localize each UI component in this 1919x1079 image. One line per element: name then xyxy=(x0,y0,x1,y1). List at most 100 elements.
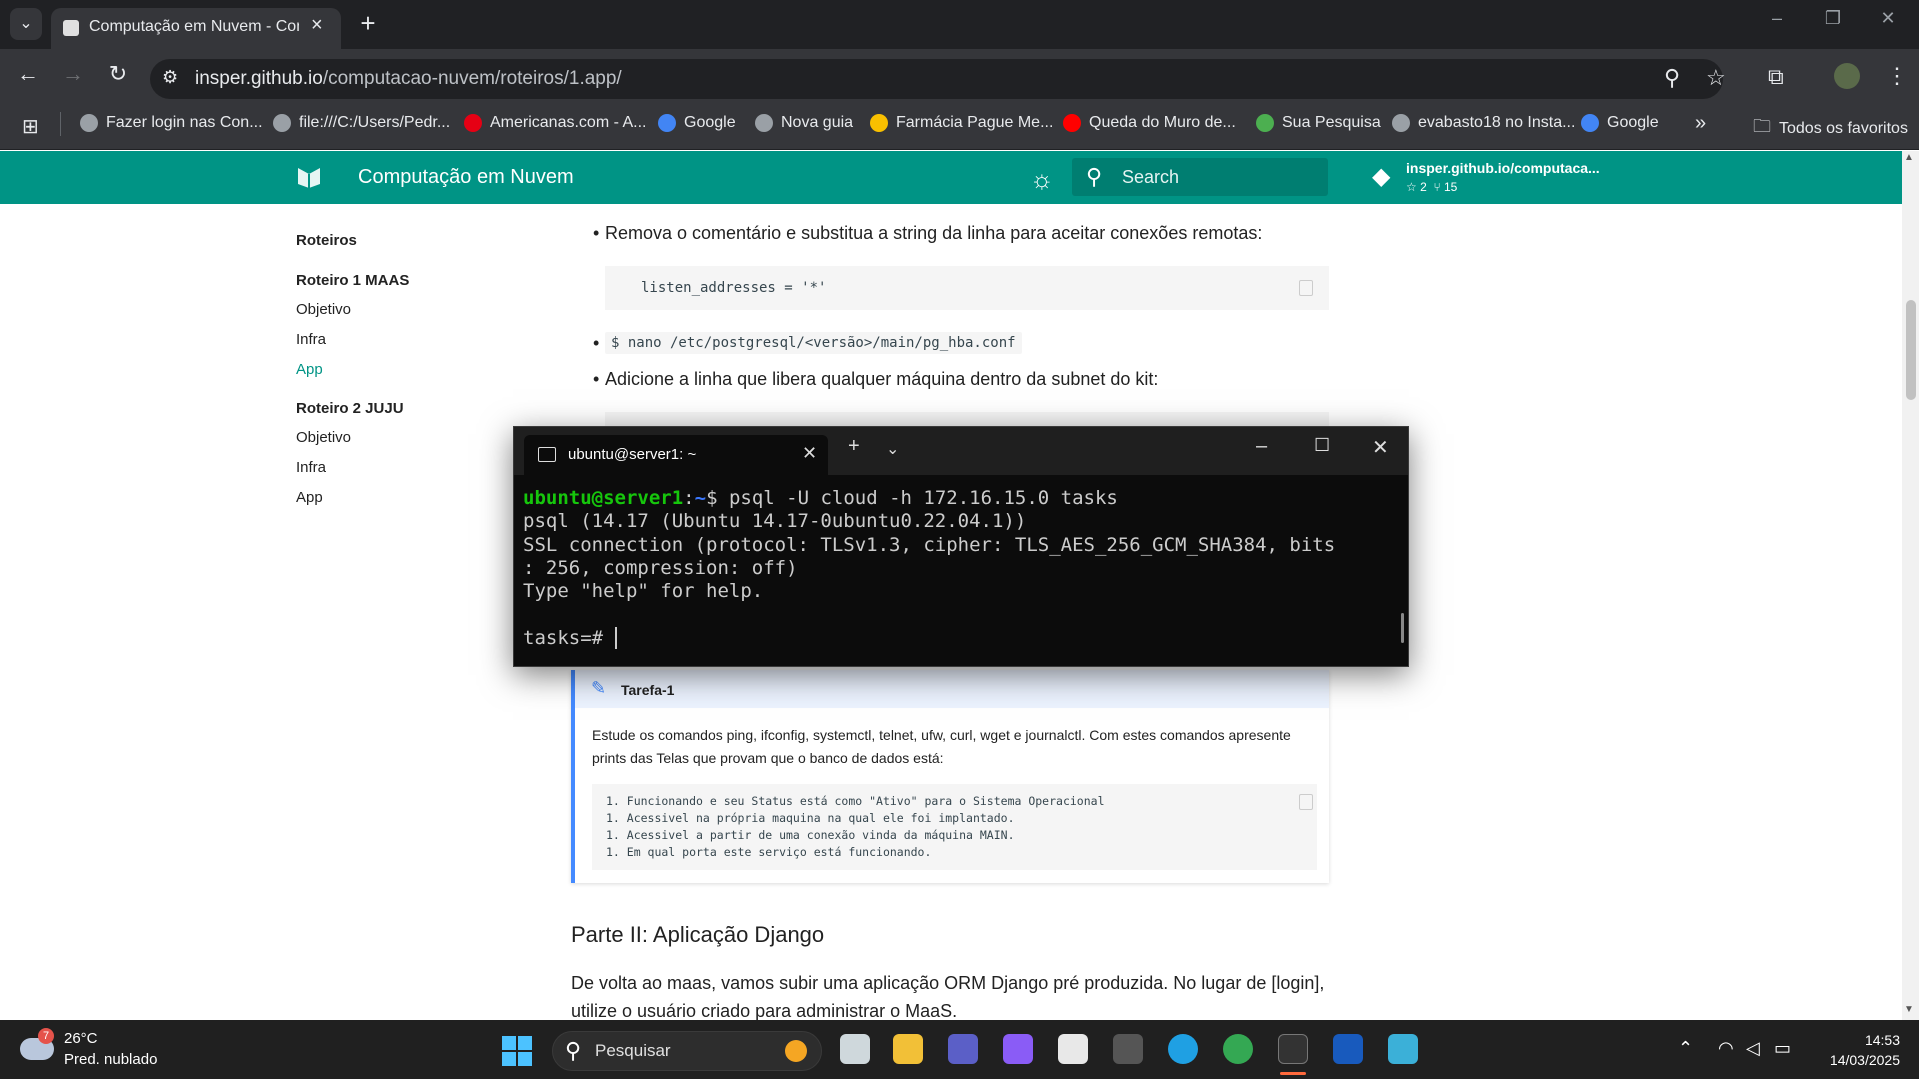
bookmark-label: Nova guia xyxy=(781,114,854,131)
copilot-icon[interactable] xyxy=(1003,1034,1033,1064)
teams-icon[interactable] xyxy=(948,1034,978,1064)
close-window-icon[interactable]: ✕ xyxy=(1868,8,1908,29)
bookmark-item[interactable]: Google xyxy=(658,114,736,132)
forward-arrow-icon[interactable]: → xyxy=(58,61,88,87)
terminal-maximize-icon[interactable]: ☐ xyxy=(1314,435,1330,456)
task-header xyxy=(575,670,1329,708)
copy-icon[interactable] xyxy=(1299,280,1313,296)
terminal-minimize-icon[interactable]: – xyxy=(1256,435,1267,458)
tab-search-chevron-icon[interactable]: ⌄ xyxy=(10,8,42,40)
bookmark-label: Americanas.com - A... xyxy=(490,114,647,131)
taskbar-clock[interactable]: 14:53 14/03/2025 xyxy=(1810,1032,1900,1068)
bookmark-item[interactable]: file:///C:/Users/Pedr... xyxy=(273,114,450,132)
nav-r2-infra[interactable]: Infra xyxy=(296,459,326,476)
terminal-close-icon[interactable]: ✕ xyxy=(1372,435,1389,460)
reload-icon[interactable]: ↻ xyxy=(103,61,133,87)
terminal-tab[interactable]: ubuntu@server1: ~ ✕ xyxy=(524,435,828,475)
task-code-block: 1. Funcionando e seu Status está como "A… xyxy=(592,784,1317,870)
site-info-icon[interactable]: ⚙ xyxy=(162,67,178,88)
copy-icon[interactable] xyxy=(1299,794,1313,810)
new-terminal-tab-icon[interactable]: + xyxy=(848,435,860,458)
nav-r1-objetivo[interactable]: Objetivo xyxy=(296,301,351,318)
terminal-app-icon[interactable] xyxy=(1278,1034,1308,1064)
task-title: Tarefa-1 xyxy=(621,682,675,698)
bullet-dot: • xyxy=(593,223,600,243)
task-view-icon[interactable] xyxy=(840,1034,870,1064)
url-host: insper.github.io xyxy=(195,68,323,89)
nav-r2-objetivo[interactable]: Objetivo xyxy=(296,429,351,446)
browser-tab-active[interactable]: Computação em Nuvem - Computação em Nuve… xyxy=(51,8,341,49)
windows-start-icon[interactable] xyxy=(502,1036,532,1066)
nav-r1-app[interactable]: App xyxy=(296,361,323,378)
page-scrollbar-thumb[interactable] xyxy=(1906,300,1916,400)
nav-roteiro2[interactable]: Roteiro 2 JUJU xyxy=(296,400,404,417)
bullet-remote-connections: Remova o comentário e substitua a string… xyxy=(605,223,1263,243)
remote-desktop-icon[interactable] xyxy=(1388,1034,1418,1064)
bookmark-favicon-icon xyxy=(273,114,291,132)
pencil-icon: ✎ xyxy=(591,678,607,698)
url-text[interactable]: insper.github.io/computacao-nuvem/roteir… xyxy=(195,68,622,90)
text-cursor xyxy=(614,626,628,649)
bookmark-item[interactable]: Fazer login nas Con... xyxy=(80,114,263,132)
terminal-scrollbar[interactable] xyxy=(1401,613,1404,643)
site-favicon-icon xyxy=(63,20,79,36)
nav-r1-infra[interactable]: Infra xyxy=(296,331,326,348)
edge-browser-icon[interactable] xyxy=(1168,1034,1198,1064)
site-search-input[interactable]: ⚲ Search xyxy=(1072,158,1328,196)
file-explorer-icon[interactable] xyxy=(893,1034,923,1064)
chrome-browser-icon[interactable] xyxy=(1223,1034,1253,1064)
profile-avatar[interactable] xyxy=(1834,63,1860,89)
bookmark-item[interactable]: Americanas.com - A... xyxy=(464,114,647,132)
site-title[interactable]: Computação em Nuvem xyxy=(358,166,574,189)
close-tab-icon[interactable]: × xyxy=(311,14,323,37)
task-description: Estude os comandos ping, ifconfig, syste… xyxy=(592,727,1291,766)
word-icon[interactable] xyxy=(1333,1034,1363,1064)
minimize-window-icon[interactable]: – xyxy=(1757,8,1797,29)
bookmark-item[interactable]: evabasto18 no Insta... xyxy=(1392,114,1575,132)
output-line: : 256, compression: off) xyxy=(523,556,798,579)
task-list-item: 1. Em qual porta este serviço está funci… xyxy=(606,845,932,859)
extensions-puzzle-icon[interactable]: ⧉ xyxy=(1768,64,1784,90)
new-tab-plus-icon[interactable]: + xyxy=(352,8,384,40)
terminal-window[interactable]: ubuntu@server1: ~ ✕ + ⌄ – ☐ ✕ ubuntu@ser… xyxy=(513,426,1409,667)
command-psql: $ psql -U cloud -h 172.16.15.0 tasks xyxy=(706,487,1118,509)
prompt-separator: : xyxy=(683,487,695,509)
terminal-dropdown-chevron-icon[interactable]: ⌄ xyxy=(886,439,899,459)
show-hidden-icons-chevron-icon[interactable]: ⌃ xyxy=(1678,1038,1693,1059)
page-scrollbar[interactable] xyxy=(1902,151,1919,1020)
all-bookmarks-folder[interactable]: 🗀 Todos os favoritos xyxy=(1753,114,1908,144)
theme-toggle-icon[interactable]: ☼ xyxy=(1030,164,1060,194)
menu-kebab-icon[interactable]: ⋮ xyxy=(1886,63,1908,89)
scroll-down-arrow-icon[interactable]: ▼ xyxy=(1904,1004,1914,1015)
bookmark-favicon-icon xyxy=(755,114,773,132)
bookmark-item[interactable]: Queda do Muro de... xyxy=(1063,114,1236,132)
search-highlight-icon xyxy=(785,1040,807,1062)
wifi-icon[interactable]: ◠ xyxy=(1718,1038,1734,1059)
apps-grid-icon[interactable]: ⊞ xyxy=(22,114,39,139)
folder-icon: 🗀 xyxy=(1753,116,1771,136)
microsoft-store-icon[interactable] xyxy=(1058,1034,1088,1064)
bookmark-item[interactable]: Google xyxy=(1581,114,1659,132)
nav-r2-app[interactable]: App xyxy=(296,489,323,506)
bookmark-item[interactable]: Nova guia xyxy=(755,114,853,132)
repo-stars: ☆ 2 xyxy=(1406,180,1427,194)
site-logo-icon[interactable] xyxy=(296,164,322,190)
taskbar-search-label: Pesquisar xyxy=(595,1041,671,1060)
restore-window-icon[interactable]: ❐ xyxy=(1813,8,1853,29)
scroll-up-arrow-icon[interactable]: ▲ xyxy=(1904,152,1914,163)
volume-icon[interactable]: ◁ xyxy=(1746,1038,1760,1059)
zoom-search-icon[interactable]: ⚲ xyxy=(1664,65,1680,91)
more-bookmarks-chevron-icon[interactable]: » xyxy=(1695,112,1706,135)
bookmark-item[interactable]: Farmácia Pague Me... xyxy=(870,114,1053,132)
terminal-output[interactable]: ubuntu@server1:~$ psql -U cloud -h 172.1… xyxy=(523,487,1335,650)
terminal-icon xyxy=(538,447,556,462)
back-arrow-icon[interactable]: ← xyxy=(13,61,43,87)
taskbar-search[interactable]: ⚲ Pesquisar xyxy=(552,1031,822,1071)
bookmark-item[interactable]: Sua Pesquisa xyxy=(1256,114,1381,132)
nav-roteiro1[interactable]: Roteiro 1 MAAS xyxy=(296,272,409,289)
bookmark-star-icon[interactable]: ☆ xyxy=(1706,65,1726,91)
app-icon[interactable] xyxy=(1113,1034,1143,1064)
tab-title: Computação em Nuvem - Computação em Nuve… xyxy=(89,18,299,35)
battery-icon[interactable]: ▭ xyxy=(1774,1038,1791,1059)
close-terminal-tab-icon[interactable]: ✕ xyxy=(802,443,817,464)
